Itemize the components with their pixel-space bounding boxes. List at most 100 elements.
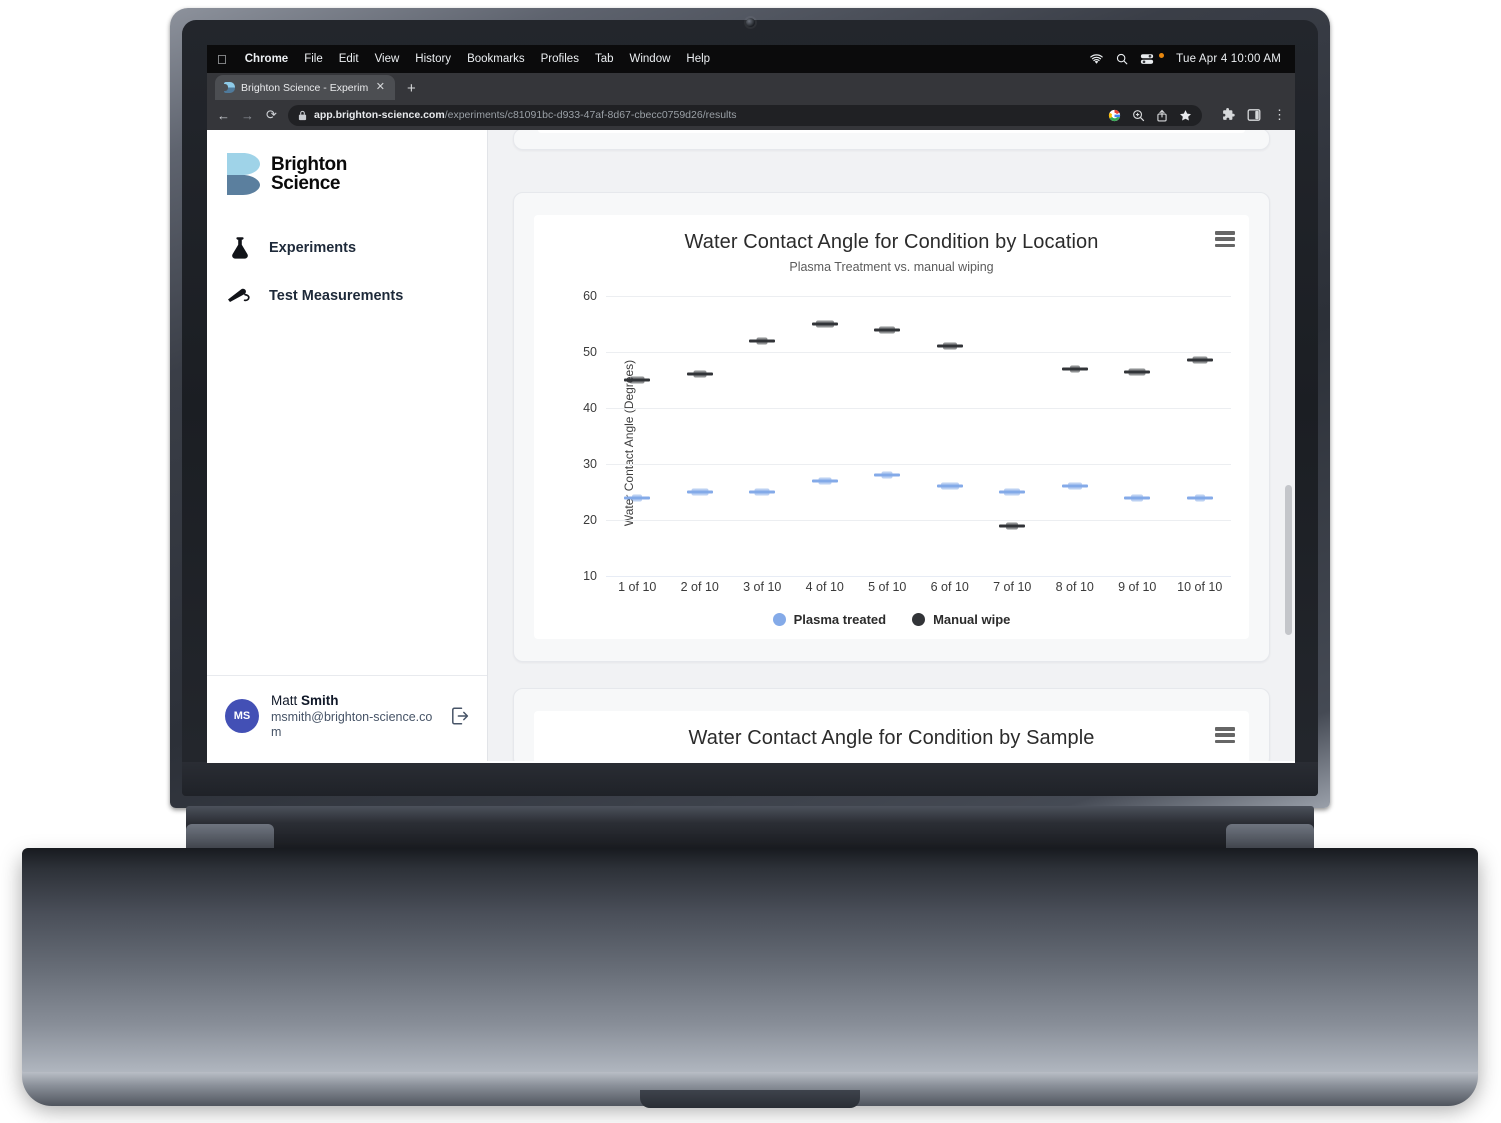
lock-icon: [298, 110, 307, 120]
data-point-spread: [942, 342, 957, 350]
data-point[interactable]: [874, 471, 901, 479]
data-point[interactable]: [999, 488, 1026, 496]
hamburger-menu-icon[interactable]: [1215, 727, 1235, 743]
data-point-spread: [1128, 368, 1146, 376]
main-content: Water Contact Angle for Condition by Loc…: [488, 130, 1295, 761]
user-first-name: Matt: [271, 692, 302, 708]
tab-close-icon[interactable]: ✕: [374, 82, 387, 93]
menu-chrome[interactable]: Chrome: [237, 53, 296, 65]
menubar-clock[interactable]: Tue Apr 4 10:00 AM: [1176, 53, 1281, 65]
reload-button[interactable]: ⟳: [264, 107, 279, 123]
legend-item[interactable]: Manual wipe: [912, 612, 1010, 627]
vertical-scrollbar[interactable]: [1285, 485, 1292, 635]
menu-edit[interactable]: Edit: [331, 53, 367, 65]
search-icon[interactable]: [1116, 53, 1128, 65]
apple-icon[interactable]: : [217, 53, 227, 66]
data-point[interactable]: [1061, 482, 1088, 490]
hamburger-menu-icon[interactable]: [1215, 231, 1235, 247]
y-axis-tick: 50: [583, 345, 597, 359]
data-point-spread: [756, 337, 768, 345]
menu-view[interactable]: View: [367, 53, 408, 65]
data-point[interactable]: [686, 488, 713, 496]
chart-legend: Plasma treated Manual wipe: [548, 612, 1235, 627]
data-point[interactable]: [624, 494, 651, 502]
menu-bookmarks[interactable]: Bookmarks: [459, 53, 533, 65]
new-tab-button[interactable]: +: [407, 81, 416, 96]
google-icon[interactable]: [1108, 109, 1121, 122]
data-point-spread: [1069, 365, 1080, 373]
menu-window[interactable]: Window: [622, 53, 679, 65]
grid-line: [606, 296, 1231, 297]
back-button[interactable]: ←: [216, 108, 231, 123]
share-icon[interactable]: [1156, 109, 1168, 122]
data-point-spread: [818, 477, 832, 485]
chart-panel: Water Contact Angle for Condition by Loc…: [534, 215, 1249, 639]
data-point-spread: [881, 471, 893, 479]
data-point-spread: [632, 494, 643, 502]
laptop-hinge: [186, 806, 1314, 848]
data-point[interactable]: [811, 477, 838, 485]
zoom-icon[interactable]: [1132, 109, 1145, 122]
data-point[interactable]: [624, 376, 651, 384]
data-point[interactable]: [874, 326, 901, 334]
brand-name: Brighton Science: [271, 155, 347, 193]
data-point-spread: [815, 320, 834, 328]
legend-label: Manual wipe: [933, 612, 1011, 627]
data-point[interactable]: [749, 488, 776, 496]
webcam-icon: [746, 18, 755, 27]
tab-title: Brighton Science - Experiment: [241, 81, 368, 94]
data-point-spread: [940, 482, 959, 490]
data-point[interactable]: [1124, 494, 1151, 502]
data-point-spread: [879, 326, 896, 334]
grid-line: [606, 576, 1231, 577]
site-favicon-icon: [224, 82, 235, 93]
legend-item[interactable]: Plasma treated: [772, 612, 886, 627]
data-point[interactable]: [811, 320, 838, 328]
sidebar-item-experiments[interactable]: Experiments: [207, 224, 487, 272]
data-point[interactable]: [749, 337, 776, 345]
data-point[interactable]: [1061, 365, 1088, 373]
brand-logo[interactable]: Brighton Science: [207, 130, 487, 196]
chrome-menu-icon[interactable]: ⋮: [1273, 108, 1286, 121]
sidebar-item-test-measurements[interactable]: Test Measurements: [207, 272, 487, 320]
side-panel-icon[interactable]: [1247, 108, 1261, 122]
data-point[interactable]: [1124, 368, 1151, 376]
menu-file[interactable]: File: [296, 53, 331, 65]
previous-chart-card: [513, 130, 1270, 150]
logout-icon[interactable]: [449, 705, 471, 727]
menu-tab[interactable]: Tab: [587, 53, 622, 65]
wifi-icon[interactable]: [1089, 53, 1104, 65]
data-point-spread: [693, 370, 707, 378]
forward-button[interactable]: →: [240, 108, 255, 123]
previous-chart-panel: [538, 130, 1245, 133]
flask-icon: [225, 235, 255, 261]
sidebar: Brighton Science Experiments Test Measur…: [207, 130, 488, 761]
menu-profiles[interactable]: Profiles: [533, 53, 587, 65]
data-point[interactable]: [1186, 356, 1213, 364]
data-point[interactable]: [1186, 494, 1213, 502]
data-point-spread: [754, 488, 770, 496]
x-axis-tick: 10 of 10: [1177, 580, 1223, 594]
y-axis-tick: 30: [583, 457, 597, 471]
bookmark-star-icon[interactable]: [1179, 109, 1192, 122]
data-point[interactable]: [936, 482, 963, 490]
user-last-name: Smith: [301, 692, 339, 708]
data-point-spread: [1192, 356, 1208, 364]
data-point[interactable]: [999, 522, 1026, 530]
menu-history[interactable]: History: [407, 53, 459, 65]
x-axis-ticks: 1 of 10 2 of 10 3 of 10 4 of 10 5 of 10 6 of …: [606, 580, 1231, 600]
x-axis-tick: 2 of 10: [680, 580, 719, 594]
url-path: /experiments/c81091bc-d933-47af-8d67-cbe…: [444, 109, 737, 121]
address-bar[interactable]: app.brighton-science.com/experiments/c81…: [288, 104, 1202, 126]
browser-tab[interactable]: Brighton Science - Experiment ✕: [215, 75, 395, 100]
sidebar-item-label: Experiments: [269, 240, 357, 256]
control-center-icon[interactable]: [1140, 53, 1154, 65]
data-point-spread: [1004, 488, 1021, 496]
brand-line-1: Brighton: [271, 154, 347, 175]
menu-help[interactable]: Help: [678, 53, 718, 65]
chart-panel-by-sample: Water Contact Angle for Condition by Sam…: [534, 711, 1249, 761]
data-point[interactable]: [686, 370, 713, 378]
data-point[interactable]: [936, 342, 963, 350]
user-profile[interactable]: MS Matt Smith msmith@brighton-science.co…: [207, 674, 487, 761]
extensions-puzzle-icon[interactable]: [1221, 108, 1235, 122]
